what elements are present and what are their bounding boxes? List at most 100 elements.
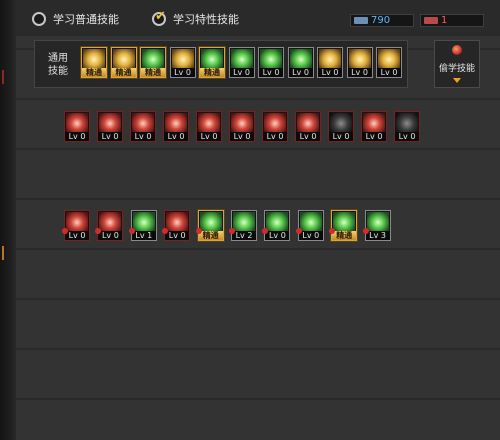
skill-icon xyxy=(166,212,189,231)
general-skill-slot[interactable]: Lv 0 xyxy=(317,47,343,78)
skill-level-label: Lv 0 xyxy=(362,132,386,141)
dropdown-arrow-icon[interactable] xyxy=(453,78,461,83)
top-bar: 学习普通技能 学习特性技能 790 1 xyxy=(16,0,500,36)
row1-skill-slot[interactable]: Lv 0 xyxy=(130,111,156,142)
skill-level-label: Lv 0 xyxy=(229,68,254,77)
general-skill-slot[interactable]: Lv 0 xyxy=(346,47,373,78)
row1-skill-slot[interactable]: Lv 0 xyxy=(64,111,90,142)
skill-icon xyxy=(171,49,194,68)
row1-skill-slot[interactable]: Lv 0 xyxy=(361,111,387,142)
general-skill-slot[interactable]: Lv 0 xyxy=(287,47,314,78)
general-skill-slot[interactable]: 精通 xyxy=(81,47,107,78)
checkmark-icon[interactable] xyxy=(152,9,166,26)
tab-special-skills[interactable]: 学习特性技能 xyxy=(152,9,239,27)
skill-points-value: 790 xyxy=(371,15,391,26)
row1-skill-slot[interactable]: Lv 0 xyxy=(97,111,123,142)
skill-icon xyxy=(132,113,154,132)
row1-skill-slot[interactable]: Lv 0 xyxy=(229,111,255,142)
skill-icon xyxy=(363,113,385,132)
skill-level-label: Lv 0 xyxy=(329,132,353,141)
row1-skill-slot[interactable]: Lv 0 xyxy=(394,111,420,142)
skill-level-label: Lv 2 xyxy=(232,231,256,240)
row2-skill-slot[interactable]: Lv 3 xyxy=(362,210,391,241)
skill-icon xyxy=(260,49,282,68)
skill-level-label: 精通 xyxy=(111,68,136,77)
skill-icon xyxy=(99,212,122,231)
row2-skill-slot[interactable]: Lv 0 xyxy=(162,210,191,241)
skill-level-label: Lv 0 xyxy=(395,132,419,141)
skill-level-label: Lv 0 xyxy=(263,132,287,141)
skill-icon xyxy=(132,212,155,231)
skill-level-label: Lv 0 xyxy=(298,231,323,240)
skill-icon xyxy=(330,113,352,132)
row2-skill-slot[interactable]: Lv 0 xyxy=(95,210,124,241)
skill-level-label: 精通 xyxy=(332,231,357,240)
red-pip-icon xyxy=(362,228,369,234)
general-skills-label-line1: 通用 xyxy=(48,53,68,64)
edge-marker xyxy=(2,70,10,84)
steal-skills-button[interactable]: 偷学技能 xyxy=(434,40,480,88)
steal-skills-label: 偷学技能 xyxy=(438,64,475,74)
general-skill-slot[interactable]: Lv 0 xyxy=(376,47,402,78)
skill-level-label: Lv 0 xyxy=(131,132,155,141)
tab-normal-skills-label: 学习普通技能 xyxy=(53,13,119,26)
left-window-edge xyxy=(0,0,16,440)
skill-level-label: Lv 0 xyxy=(377,68,401,77)
general-skill-slot[interactable]: 精通 xyxy=(199,47,225,78)
skill-icon xyxy=(396,113,418,132)
tab-special-skills-label: 学习特性技能 xyxy=(173,13,239,26)
skill-icon xyxy=(66,212,88,231)
skill-level-label: Lv 0 xyxy=(98,231,123,240)
skill-level-label: 精通 xyxy=(82,68,106,77)
radio-icon[interactable] xyxy=(32,12,46,26)
row2-skill-slot[interactable]: Lv 0 xyxy=(62,210,90,241)
red-pip-icon xyxy=(128,228,135,234)
skill-icon xyxy=(231,113,253,132)
general-skill-slot[interactable]: Lv 0 xyxy=(258,47,284,78)
skill-level-label: Lv 0 xyxy=(197,132,221,141)
skill-level-label: Lv 0 xyxy=(296,132,320,141)
skill-points-tag-icon xyxy=(354,17,368,24)
skill-icon xyxy=(112,49,135,68)
general-skill-slot[interactable]: Lv 0 xyxy=(228,47,255,78)
general-skill-slot[interactable]: 精通 xyxy=(110,47,137,78)
skill-icon xyxy=(266,212,289,231)
red-pip-icon xyxy=(195,228,202,234)
skill-icon xyxy=(366,212,389,231)
skill-icon xyxy=(289,49,312,68)
row2-skill-slot[interactable]: Lv 2 xyxy=(229,210,257,241)
edge-marker xyxy=(2,246,10,260)
skill-level-label: Lv 0 xyxy=(98,132,122,141)
row2-skill-slot[interactable]: Lv 0 xyxy=(295,210,324,241)
special-points-value: 1 xyxy=(441,15,448,26)
skill-icon xyxy=(198,113,220,132)
skill-level-label: Lv 0 xyxy=(265,231,290,240)
skill-level-label: Lv 0 xyxy=(230,132,254,141)
skill-icon xyxy=(319,49,341,68)
row1-skill-slot[interactable]: Lv 0 xyxy=(295,111,321,142)
skill-icon xyxy=(348,49,371,68)
row2-skill-slot[interactable]: 精通 xyxy=(329,210,358,241)
row2-skill-slot[interactable]: Lv 0 xyxy=(262,210,291,241)
row1-skill-slot[interactable]: Lv 0 xyxy=(196,111,222,142)
general-skill-slot[interactable]: Lv 0 xyxy=(169,47,196,78)
general-skill-slot[interactable]: 精通 xyxy=(140,47,166,78)
row1-skill-slot[interactable]: Lv 0 xyxy=(163,111,189,142)
skill-icon xyxy=(66,113,88,132)
skill-level-label: Lv 0 xyxy=(259,68,283,77)
skill-level-label: Lv 0 xyxy=(318,68,342,77)
row2-skill-slot[interactable]: 精通 xyxy=(195,210,224,241)
skill-icon xyxy=(230,49,253,68)
row1-skill-slot[interactable]: Lv 0 xyxy=(262,111,288,142)
row1-skill-slot[interactable]: Lv 0 xyxy=(328,111,354,142)
skill-icon xyxy=(264,113,286,132)
skill-icon xyxy=(333,212,356,231)
skill-icon xyxy=(201,49,223,68)
skill-level-label: Lv 0 xyxy=(164,132,188,141)
skill-icon xyxy=(83,49,105,68)
tab-normal-skills[interactable]: 学习普通技能 xyxy=(32,11,119,27)
skill-level-label: 精通 xyxy=(141,68,165,77)
row2-skill-slot[interactable]: Lv 1 xyxy=(128,210,157,241)
skill-icon xyxy=(297,113,319,132)
skill-level-label: Lv 0 xyxy=(165,231,190,240)
